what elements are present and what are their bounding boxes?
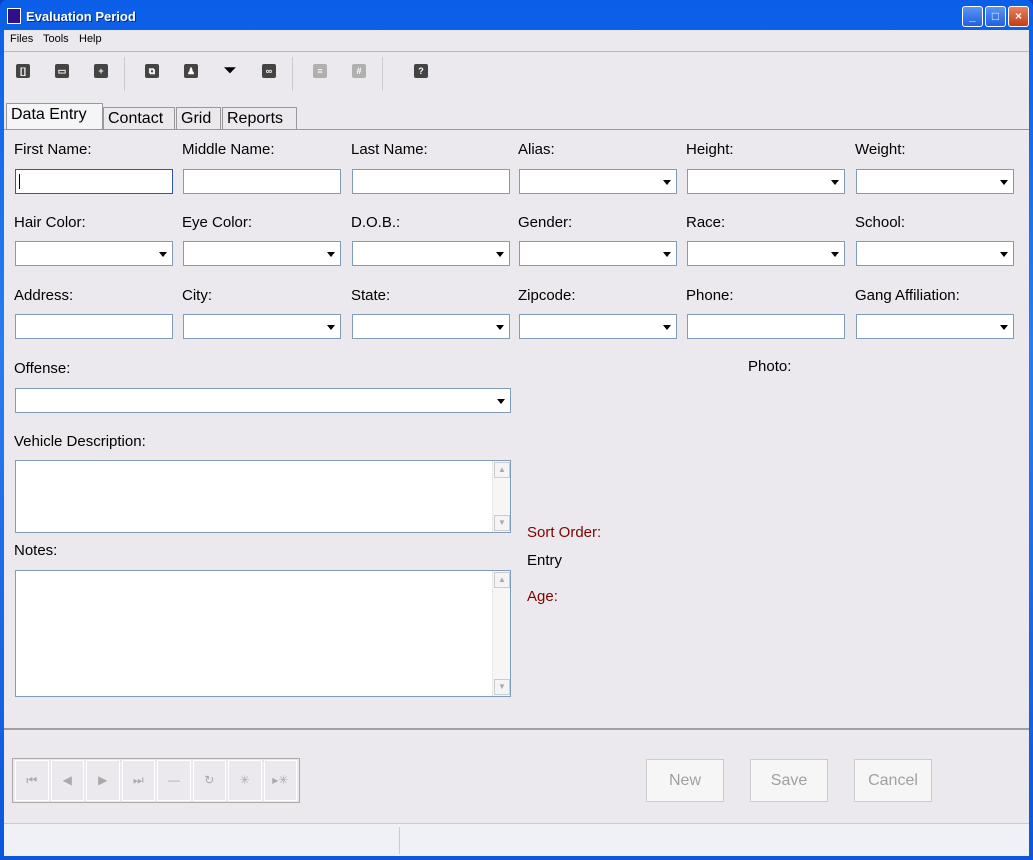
next-record-icon[interactable]: ▶ xyxy=(86,760,120,801)
filter-icon[interactable]: ⏷ xyxy=(223,63,237,78)
weight-dropdown[interactable] xyxy=(856,169,1014,194)
dob-label: D.O.B.: xyxy=(351,214,401,231)
vehicle-description-textarea[interactable]: ▲ ▼ xyxy=(15,460,511,533)
age-label: Age: xyxy=(527,588,558,605)
height-label: Height: xyxy=(686,141,734,158)
list-icon[interactable]: ≡ xyxy=(313,64,327,78)
scroll-down-icon[interactable]: ▼ xyxy=(494,679,510,695)
maximize-button[interactable]: □ xyxy=(985,6,1006,27)
toolbar-separator xyxy=(124,57,125,91)
gang-affiliation-dropdown[interactable] xyxy=(856,314,1014,339)
tab-contact[interactable]: Contact xyxy=(103,107,175,129)
tab-reports[interactable]: Reports xyxy=(222,107,297,129)
zipcode-dropdown[interactable] xyxy=(519,314,677,339)
notes-textarea[interactable]: ▲ ▼ xyxy=(15,570,511,697)
status-bar xyxy=(4,823,1029,856)
refresh-icon[interactable]: ↻ xyxy=(192,760,226,801)
new-button[interactable]: New xyxy=(646,759,724,802)
address-label: Address: xyxy=(14,287,74,304)
save-button[interactable]: Save xyxy=(750,759,828,802)
minimize-button[interactable]: _ xyxy=(962,6,983,27)
scroll-up-icon[interactable]: ▲ xyxy=(494,462,510,478)
close-button[interactable]: × xyxy=(1008,6,1029,27)
phone-label: Phone: xyxy=(686,287,734,304)
race-dropdown[interactable] xyxy=(687,241,845,266)
dob-dropdown[interactable] xyxy=(352,241,510,266)
scrollbar[interactable]: ▲ ▼ xyxy=(492,571,510,696)
open-icon[interactable]: ▭ xyxy=(55,64,69,78)
hair-color-label: Hair Color: xyxy=(14,214,86,231)
client-area: Files Tools Help [] ▭ + ⧉ ♟ ⏷ ∞ ≡ # ? Da… xyxy=(4,30,1029,856)
notes-label: Notes: xyxy=(14,542,58,559)
sort-order-label: Sort Order: xyxy=(527,524,602,541)
height-dropdown[interactable] xyxy=(687,169,845,194)
binoculars-icon[interactable]: ∞ xyxy=(262,64,276,78)
record-navigator: ⏮ ◀ ▶ ⏭ — ↻ ✳ ▸✳ xyxy=(12,758,300,803)
app-icon xyxy=(7,8,21,24)
status-separator xyxy=(399,827,400,854)
gang-affiliation-label: Gang Affiliation: xyxy=(855,287,960,304)
person-icon[interactable]: ♟ xyxy=(184,64,198,78)
race-label: Race: xyxy=(686,214,726,231)
toolbar: [] ▭ + ⧉ ♟ ⏷ ∞ ≡ # ? xyxy=(4,51,1029,93)
offense-dropdown[interactable] xyxy=(15,388,511,413)
alias-dropdown[interactable] xyxy=(519,169,677,194)
add-record-icon[interactable]: + xyxy=(94,64,108,78)
gender-label: Gender: xyxy=(518,214,573,231)
last-name-label: Last Name: xyxy=(351,141,428,158)
new-record-icon[interactable]: ✳ xyxy=(228,760,262,801)
exit-icon[interactable]: [] xyxy=(16,64,30,78)
window-icon[interactable]: ⧉ xyxy=(145,64,159,78)
previous-record-icon[interactable]: ◀ xyxy=(50,760,84,801)
scrollbar[interactable]: ▲ ▼ xyxy=(492,461,510,532)
first-name-input[interactable] xyxy=(15,169,173,194)
zipcode-label: Zipcode: xyxy=(518,287,576,304)
state-label: State: xyxy=(351,287,391,304)
menu-bar: Files Tools Help xyxy=(4,30,1029,50)
menu-help[interactable]: Help xyxy=(79,33,102,45)
window-title: Evaluation Period xyxy=(26,9,136,24)
toolbar-separator xyxy=(292,57,293,91)
city-dropdown[interactable] xyxy=(183,314,341,339)
phone-input[interactable] xyxy=(687,314,845,339)
last-record-icon[interactable]: ⏭ xyxy=(121,760,155,801)
vehicle-description-label: Vehicle Description: xyxy=(14,433,146,450)
first-name-label: First Name: xyxy=(14,141,92,158)
middle-name-label: Middle Name: xyxy=(182,141,275,158)
offense-label: Offense: xyxy=(14,360,71,377)
photo-label: Photo: xyxy=(748,358,792,375)
goto-new-record-icon[interactable]: ▸✳ xyxy=(263,760,297,801)
last-name-input[interactable] xyxy=(352,169,510,194)
tab-grid[interactable]: Grid xyxy=(176,107,221,129)
tab-data-entry[interactable]: Data Entry xyxy=(6,103,103,130)
scroll-up-icon[interactable]: ▲ xyxy=(494,572,510,588)
help-icon[interactable]: ? xyxy=(414,64,428,78)
delete-record-icon[interactable]: — xyxy=(157,760,191,801)
alias-label: Alias: xyxy=(518,141,555,158)
first-record-icon[interactable]: ⏮ xyxy=(15,760,49,801)
state-dropdown[interactable] xyxy=(352,314,510,339)
menu-files[interactable]: Files xyxy=(10,33,33,45)
weight-label: Weight: xyxy=(855,141,906,158)
eye-color-dropdown[interactable] xyxy=(183,241,341,266)
gender-dropdown[interactable] xyxy=(519,241,677,266)
cancel-button[interactable]: Cancel xyxy=(854,759,932,802)
sort-order-value: Entry xyxy=(527,552,563,569)
middle-name-input[interactable] xyxy=(183,169,341,194)
toolbar-separator xyxy=(382,57,383,91)
school-dropdown[interactable] xyxy=(856,241,1014,266)
eye-color-label: Eye Color: xyxy=(182,214,253,231)
city-label: City: xyxy=(182,287,212,304)
scroll-down-icon[interactable]: ▼ xyxy=(494,515,510,531)
hair-color-dropdown[interactable] xyxy=(15,241,173,266)
menu-tools[interactable]: Tools xyxy=(43,33,69,45)
school-label: School: xyxy=(855,214,906,231)
grid-icon[interactable]: # xyxy=(352,64,366,78)
address-input[interactable] xyxy=(15,314,173,339)
title-bar: Evaluation Period _ □ × xyxy=(0,0,1033,30)
app-window: Evaluation Period _ □ × Files Tools Help… xyxy=(0,0,1033,860)
